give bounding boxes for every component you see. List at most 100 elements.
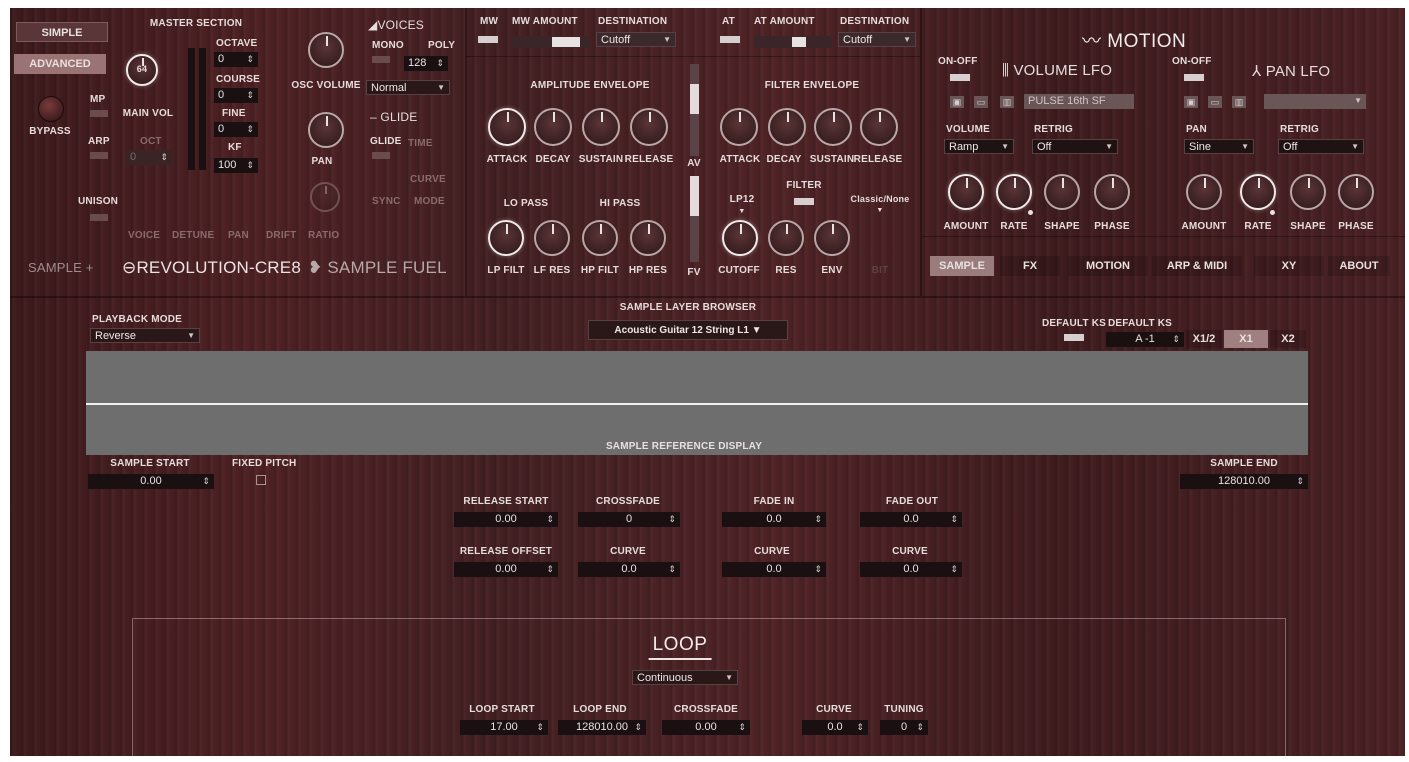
vol-lfo-toggle[interactable] (950, 74, 970, 81)
save-icon[interactable]: ▣ (950, 96, 964, 108)
filter-toggle[interactable] (794, 198, 814, 205)
filt-decay-knob[interactable] (768, 108, 806, 146)
vol-lfo-shape-dropdown[interactable]: Ramp ▼ (944, 139, 1014, 154)
cutoff-knob[interactable] (722, 220, 758, 256)
mp-toggle[interactable] (90, 110, 108, 117)
pan-lfo-amount-knob[interactable] (1186, 174, 1222, 210)
zoom-1-button[interactable]: X1 (1224, 330, 1268, 348)
filt-attack-knob[interactable] (720, 108, 758, 146)
av-slider[interactable] (690, 64, 699, 156)
mw-amount-thumb[interactable] (552, 37, 580, 47)
filt-sustain-knob[interactable] (814, 108, 852, 146)
fine-stepper[interactable]: 0 ⇕ (214, 122, 258, 137)
playback-mode-dropdown[interactable]: Reverse ▼ (90, 328, 200, 343)
loop-start-stepper[interactable]: 17.00 ⇕ (460, 720, 548, 735)
hp-res-knob[interactable] (630, 220, 666, 256)
pan-lfo-preset-dropdown[interactable]: ▼ (1264, 94, 1366, 109)
sample-end-stepper[interactable]: 128010.00 ⇕ (1180, 474, 1308, 489)
tab-xy[interactable]: XY (1254, 256, 1324, 276)
curve-stepper-2[interactable]: 0.0 ⇕ (722, 562, 826, 577)
bypass-button[interactable] (38, 96, 64, 122)
hp-filt-knob[interactable] (582, 220, 618, 256)
res-knob[interactable] (768, 220, 804, 256)
poly-stepper[interactable]: 128 ⇕ (404, 56, 448, 71)
loop-end-stepper[interactable]: 128010.00 ⇕ (558, 720, 646, 735)
filt-release-knob[interactable] (860, 108, 898, 146)
env-knob[interactable] (814, 220, 850, 256)
fv-slider-thumb[interactable] (690, 176, 699, 216)
zoom-2-button[interactable]: X2 (1270, 330, 1306, 348)
release-start-stepper[interactable]: 0.00 ⇕ (454, 512, 558, 527)
sample-start-stepper[interactable]: 0.00 ⇕ (88, 474, 214, 489)
amp-release-knob[interactable] (630, 108, 668, 146)
release-offset-stepper[interactable]: 0.00 ⇕ (454, 562, 558, 577)
pan-lfo-phase-knob[interactable] (1338, 174, 1374, 210)
vol-lfo-amount-knob[interactable] (948, 174, 984, 210)
filter-type-lp12[interactable]: LP12 ▼ (730, 194, 755, 216)
tab-fx[interactable]: FX (1000, 256, 1060, 276)
oct-stepper[interactable]: 0 ⇕ (126, 150, 172, 165)
loop-tuning-stepper[interactable]: 0 ⇕ (880, 720, 928, 735)
loop-crossfade-stepper[interactable]: 0.00 ⇕ (662, 720, 750, 735)
folder-icon[interactable]: ▭ (974, 96, 988, 108)
at-amount-slider[interactable] (754, 36, 832, 48)
default-ks-stepper[interactable]: A -1 ⇕ (1106, 332, 1184, 347)
loop-curve-stepper[interactable]: 0.0 ⇕ (802, 720, 868, 735)
amp-sustain-knob[interactable] (582, 108, 620, 146)
vol-lfo-shape-knob[interactable] (1044, 174, 1080, 210)
simple-tab[interactable]: SIMPLE (16, 22, 108, 42)
vol-lfo-phase-knob[interactable] (1094, 174, 1130, 210)
default-ks-toggle[interactable] (1064, 334, 1084, 341)
pan-lfo-shape-knob[interactable] (1290, 174, 1326, 210)
tab-arp-midi[interactable]: ARP & MIDI (1152, 256, 1242, 276)
unison-knob[interactable] (310, 182, 340, 212)
curve-stepper-3[interactable]: 0.0 ⇕ (860, 562, 962, 577)
arp-toggle[interactable] (90, 152, 108, 159)
pan-knob[interactable] (308, 112, 344, 148)
at-toggle[interactable] (720, 36, 740, 43)
fixed-pitch-checkbox[interactable] (256, 475, 266, 485)
mw-destination-dropdown[interactable]: Cutoff ▼ (596, 32, 676, 47)
lp-filt-knob[interactable] (488, 220, 524, 256)
trash-icon[interactable]: ▥ (1000, 96, 1014, 108)
lf-res-knob[interactable] (534, 220, 570, 256)
pan-lfo-rate-knob[interactable] (1240, 174, 1276, 210)
folder-icon[interactable]: ▭ (1208, 96, 1222, 108)
vol-lfo-retrig-dropdown[interactable]: Off ▼ (1032, 139, 1118, 154)
av-slider-thumb[interactable] (690, 84, 699, 114)
sample-reference-display[interactable]: SAMPLE REFERENCE DISPLAY (86, 351, 1308, 455)
octave-stepper[interactable]: 0 ⇕ (214, 52, 258, 67)
fade-out-stepper[interactable]: 0.0 ⇕ (860, 512, 962, 527)
glide-toggle[interactable] (372, 152, 390, 159)
sample-browser-dropdown[interactable]: Acoustic Guitar 12 String L1 ▼ (588, 320, 788, 340)
advanced-tab[interactable]: ADVANCED (14, 54, 106, 74)
curve-stepper-1[interactable]: 0.0 ⇕ (578, 562, 680, 577)
voice-mode-dropdown[interactable]: Normal ▼ (366, 80, 450, 95)
osc-volume-knob[interactable] (308, 32, 344, 68)
vol-lfo-preset-dropdown[interactable]: PULSE 16th SF (1024, 94, 1134, 109)
amp-attack-knob[interactable] (488, 108, 526, 146)
unison-toggle[interactable] (90, 214, 108, 221)
mw-amount-slider[interactable] (512, 36, 590, 48)
amp-decay-knob[interactable] (534, 108, 572, 146)
trash-icon[interactable]: ▥ (1232, 96, 1246, 108)
crossfade-stepper[interactable]: 0 ⇕ (578, 512, 680, 527)
mw-toggle[interactable] (478, 36, 498, 43)
filter-model-classic[interactable]: Classic/None ▼ (851, 194, 910, 214)
fade-in-stepper[interactable]: 0.0 ⇕ (722, 512, 826, 527)
kf-stepper[interactable]: 100 ⇕ (214, 158, 258, 173)
zoom-half-button[interactable]: X1/2 (1186, 330, 1222, 348)
pan-lfo-toggle[interactable] (1184, 74, 1204, 81)
loop-mode-dropdown[interactable]: Continuous ▼ (632, 670, 738, 685)
course-stepper[interactable]: 0 ⇕ (214, 88, 258, 103)
fv-slider[interactable] (690, 176, 699, 262)
at-amount-thumb[interactable] (792, 37, 806, 47)
pan-lfo-retrig-dropdown[interactable]: Off ▼ (1278, 139, 1364, 154)
tab-motion[interactable]: MOTION (1068, 256, 1148, 276)
save-icon[interactable]: ▣ (1184, 96, 1198, 108)
mono-toggle[interactable] (372, 56, 390, 63)
tab-about[interactable]: ABOUT (1328, 256, 1390, 276)
at-destination-dropdown[interactable]: Cutoff ▼ (838, 32, 916, 47)
pan-lfo-shape-dropdown[interactable]: Sine ▼ (1184, 139, 1254, 154)
tab-sample[interactable]: SAMPLE (930, 256, 994, 276)
